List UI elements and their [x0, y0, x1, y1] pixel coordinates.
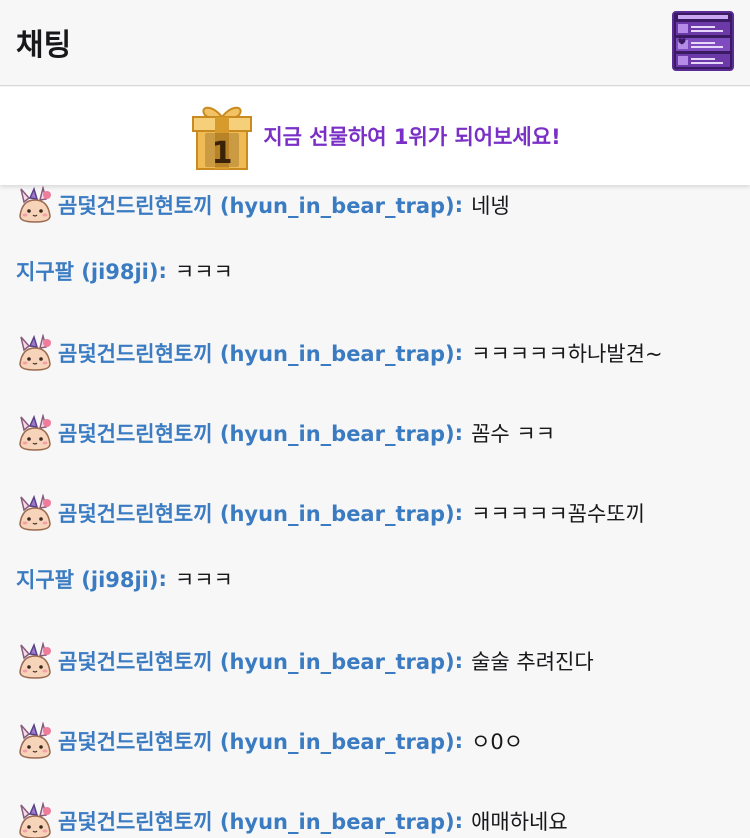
chat-message-text: ㅋㅋㅋ [174, 568, 233, 592]
chat-message-text: ㅇ0ㅇ [471, 730, 524, 754]
gift-banner[interactable]: 1 지금 선물하여 1위가 되어보세요! [0, 87, 750, 185]
chat-username[interactable]: 곰덫건드린현토끼 (hyun_in_bear_trap) [58, 646, 455, 676]
chat-username[interactable]: 곰덫건드린현토끼 (hyun_in_bear_trap) [58, 418, 455, 448]
chat-username[interactable]: 지구팔 (ji98ji) [16, 564, 158, 594]
chat-message-list[interactable]: 곰덫건드린현토끼 (hyun_in_bear_trap): 네넹지구팔 (ji98… [0, 185, 750, 838]
bunny-badge-icon[interactable] [16, 333, 54, 372]
chat-message: 곰덫건드린현토끼 (hyun_in_bear_trap): ㅋㅋㅋㅋㅋ꼼수또끼 [16, 493, 645, 533]
chat-message-text: ㅋㅋㅋ [174, 260, 233, 284]
chat-message-text: ㅋㅋㅋㅋㅋ하나발견~ [471, 342, 663, 366]
username-colon: : [454, 193, 464, 217]
chat-message: 곰덫건드린현토끼 (hyun_in_bear_trap): 꼼수 ㅋㅋ [16, 413, 555, 453]
chat-message-text: 네넹 [471, 194, 510, 218]
chat-message-text: 꼼수 ㅋㅋ [471, 422, 556, 446]
chat-message: 곰덫건드린현토끼 (hyun_in_bear_trap): 네넹 [16, 185, 510, 225]
chat-message-text: ㅋㅋㅋㅋㅋ꼼수또끼 [471, 502, 645, 526]
chat-username[interactable]: 곰덫건드린현토끼 (hyun_in_bear_trap) [58, 726, 455, 756]
chat-username[interactable]: 곰덫건드린현토끼 (hyun_in_bear_trap) [58, 806, 455, 836]
gift-banner-text: 지금 선물하여 1위가 되어보세요! [263, 125, 561, 149]
bunny-badge-icon[interactable] [16, 721, 54, 760]
username-colon: : [454, 809, 464, 833]
username-colon: : [454, 421, 464, 445]
chat-username[interactable]: 지구팔 (ji98ji) [16, 256, 158, 286]
username-colon: : [454, 341, 464, 365]
bunny-badge-icon[interactable] [16, 641, 54, 680]
username-colon: : [454, 649, 464, 673]
bunny-badge-icon[interactable] [16, 185, 54, 224]
bunny-badge-icon[interactable] [16, 413, 54, 452]
chat-username[interactable]: 곰덫건드린현토끼 (hyun_in_bear_trap) [58, 190, 455, 220]
chat-message: 지구팔 (ji98ji): ㅋㅋㅋ [16, 251, 233, 291]
chat-username[interactable]: 곰덫건드린현토끼 (hyun_in_bear_trap) [58, 338, 455, 368]
page-title: 채팅 [16, 28, 72, 63]
chat-username[interactable]: 곰덫건드린현토끼 (hyun_in_bear_trap) [58, 498, 455, 528]
chat-message-text: 술술 추려진다 [471, 650, 594, 674]
gift-rank-number: 1 [212, 136, 233, 171]
chat-panel-icon[interactable] [672, 11, 734, 71]
gift-box-icon: 1 [192, 106, 253, 171]
chat-message: 곰덫건드린현토끼 (hyun_in_bear_trap): ㅋㅋㅋㅋㅋ하나발견~ [16, 333, 663, 373]
username-colon: : [454, 501, 464, 525]
chat-message: 지구팔 (ji98ji): ㅋㅋㅋ [16, 559, 233, 599]
bunny-badge-icon[interactable] [16, 493, 54, 532]
username-colon: : [454, 729, 464, 753]
chat-message-text: 애매하네요 [471, 810, 568, 834]
username-colon: : [158, 259, 167, 283]
bunny-badge-icon[interactable] [16, 801, 54, 838]
username-colon: : [158, 567, 167, 591]
chat-message: 곰덫건드린현토끼 (hyun_in_bear_trap): ㅇ0ㅇ [16, 721, 523, 761]
chat-header: 채팅 [0, 0, 750, 86]
chat-message: 곰덫건드린현토끼 (hyun_in_bear_trap): 술술 추려진다 [16, 641, 594, 681]
chat-message: 곰덫건드린현토끼 (hyun_in_bear_trap): 애매하네요 [16, 801, 568, 838]
